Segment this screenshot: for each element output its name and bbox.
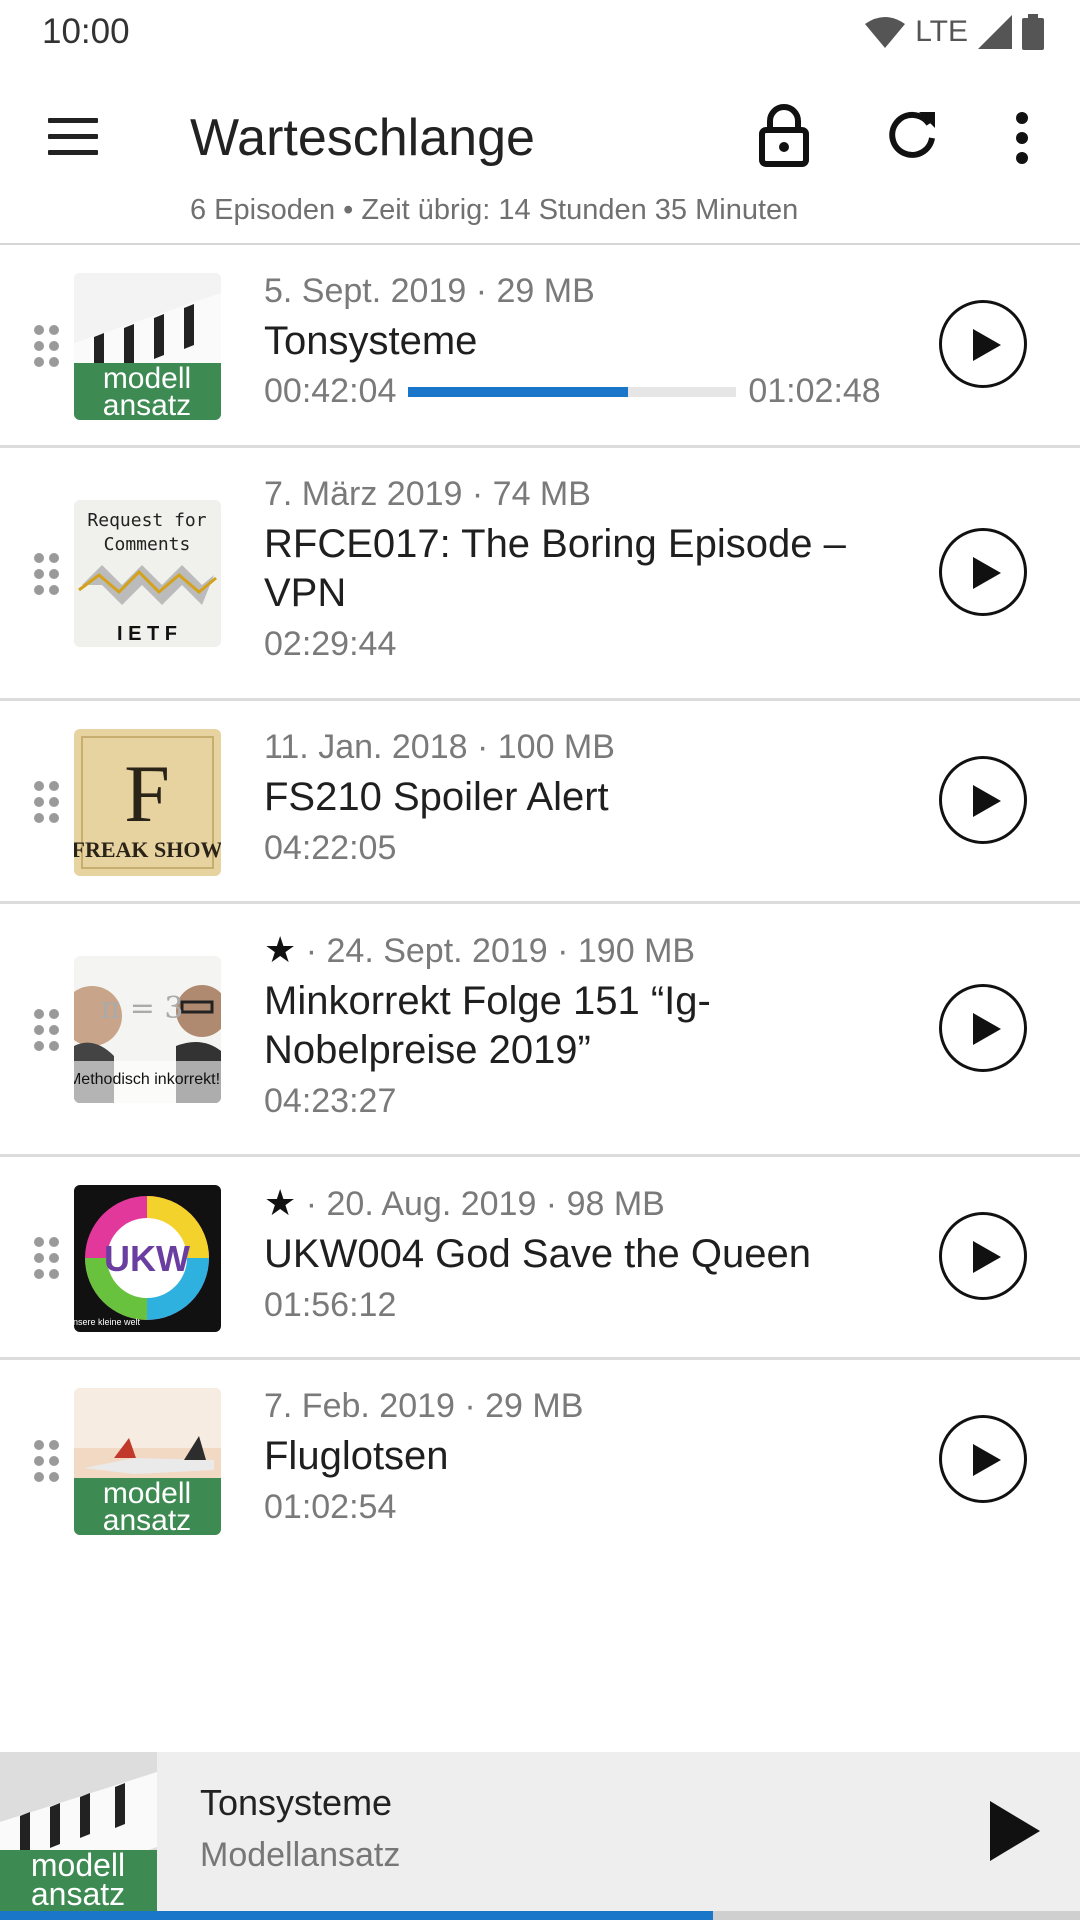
starred-icon: ★ bbox=[264, 929, 297, 970]
episode-cover: modell ansatz bbox=[74, 273, 221, 420]
queue-item[interactable]: modell ansatz 7. Feb. 2019 · 29 MB Flugl… bbox=[0, 1360, 1080, 1563]
cover-text: ansatz bbox=[103, 389, 191, 420]
mini-player-cover: modell ansatz bbox=[0, 1752, 157, 1912]
episode-duration: 02:29:44 bbox=[264, 625, 397, 663]
status-icons: LTE bbox=[865, 14, 1044, 50]
episode-date-size: 11. Jan. 2018 · 100 MB bbox=[264, 728, 615, 766]
drag-handle-icon[interactable] bbox=[32, 1237, 62, 1279]
queue-item[interactable]: π = 3 Methodisch inkorrekt! ★ · 24. Sept… bbox=[0, 904, 1080, 1157]
drag-handle-icon[interactable] bbox=[32, 553, 62, 595]
drag-handle-icon[interactable] bbox=[32, 325, 62, 367]
cover-text: Comments bbox=[104, 534, 191, 555]
episode-date-size-row: ★ · 24. Sept. 2019 · 190 MB bbox=[264, 930, 920, 971]
episode-date-size: 5. Sept. 2019 · 29 MB bbox=[264, 272, 595, 310]
hamburger-menu-icon[interactable] bbox=[48, 118, 98, 158]
more-options-icon[interactable] bbox=[1005, 110, 1039, 166]
drag-handle-icon[interactable] bbox=[32, 781, 62, 823]
episode-cover: UKW unsere kleine welt bbox=[74, 1185, 221, 1332]
episode-progress-row: 00:42:04 01:02:48 bbox=[264, 372, 920, 411]
episode-progress-fill bbox=[408, 386, 629, 397]
queue-summary: 6 Episoden • Zeit übrig: 14 Stunden 35 M… bbox=[190, 194, 799, 226]
episode-date-size-row: ★ · 20. Aug. 2019 · 98 MB bbox=[264, 1183, 920, 1224]
episode-title: Minkorrekt Folge 151 “Ig-Nobelpreise 201… bbox=[264, 979, 711, 1072]
cover-text: ansatz bbox=[103, 1504, 191, 1535]
toolbar: Warteschlange 6 Episoden • Zeit übrig: 1… bbox=[0, 64, 1080, 226]
episode-title: Fluglotsen bbox=[264, 1434, 449, 1478]
signal-icon bbox=[978, 15, 1012, 49]
episode-position: 00:42:04 bbox=[264, 372, 397, 410]
lock-icon[interactable] bbox=[757, 104, 811, 168]
queue-item[interactable]: modell ansatz 5. Sept. 2019 · 29 MB Tons… bbox=[0, 245, 1080, 448]
queue-item[interactable]: Request for Comments I E T F 7. März 201… bbox=[0, 448, 1080, 701]
status-bar: 10:00 LTE bbox=[0, 0, 1080, 64]
cover-text: Request for bbox=[87, 510, 206, 531]
play-button[interactable] bbox=[939, 1415, 1027, 1503]
episode-meta: 7. Feb. 2019 · 29 MB Fluglotsen 01:02:54 bbox=[264, 1386, 920, 1527]
mini-player-play-icon[interactable] bbox=[985, 1796, 1045, 1866]
episode-progress-bar bbox=[408, 386, 737, 397]
episode-cover: Request for Comments I E T F bbox=[74, 500, 221, 647]
status-time: 10:00 bbox=[42, 12, 130, 51]
episode-cover: modell ansatz bbox=[74, 1388, 221, 1535]
drag-handle-icon[interactable] bbox=[32, 1440, 62, 1482]
mini-player-progress-fill bbox=[0, 1911, 713, 1920]
episode-meta: 5. Sept. 2019 · 29 MB Tonsysteme 00:42:0… bbox=[264, 271, 920, 411]
play-button[interactable] bbox=[939, 756, 1027, 844]
cover-text: F bbox=[124, 748, 170, 839]
episode-title: FS210 Spoiler Alert bbox=[264, 775, 609, 819]
mini-player-progress-bar bbox=[0, 1911, 1080, 1920]
episode-cover: F FREAK SHOW bbox=[74, 729, 221, 876]
mini-player-podcast: Modellansatz bbox=[200, 1836, 401, 1874]
page-title: Warteschlange bbox=[190, 109, 535, 167]
battery-icon bbox=[1022, 14, 1044, 50]
episode-title: UKW004 God Save the Queen bbox=[264, 1232, 811, 1276]
episode-meta: ★ · 24. Sept. 2019 · 190 MB Minkorrekt F… bbox=[264, 930, 920, 1121]
play-button[interactable] bbox=[939, 528, 1027, 616]
episode-duration: 01:56:12 bbox=[264, 1286, 397, 1324]
episode-meta: ★ · 20. Aug. 2019 · 98 MB UKW004 God Sav… bbox=[264, 1183, 920, 1325]
cover-text: unsere kleine welt bbox=[74, 1317, 141, 1327]
mini-player-title: Tonsysteme bbox=[200, 1782, 393, 1823]
queue-item[interactable]: UKW unsere kleine welt ★ · 20. Aug. 2019… bbox=[0, 1157, 1080, 1360]
cover-text: I E T F bbox=[117, 623, 177, 645]
episode-duration: 04:22:05 bbox=[264, 829, 397, 867]
starred-icon: ★ bbox=[264, 1182, 297, 1223]
queue-list: modell ansatz 5. Sept. 2019 · 29 MB Tons… bbox=[0, 245, 1080, 1563]
network-type-label: LTE bbox=[915, 15, 968, 48]
episode-date-size: · 24. Sept. 2019 · 190 MB bbox=[305, 932, 696, 970]
play-button[interactable] bbox=[939, 1212, 1027, 1300]
drag-handle-icon[interactable] bbox=[32, 1009, 62, 1051]
episode-duration: 04:23:27 bbox=[264, 1082, 397, 1120]
episode-duration: 01:02:54 bbox=[264, 1488, 397, 1526]
queue-item[interactable]: F FREAK SHOW 11. Jan. 2018 · 100 MB FS21… bbox=[0, 701, 1080, 904]
cover-text: UKW bbox=[104, 1238, 190, 1279]
cover-text: Methodisch inkorrekt! bbox=[74, 1071, 220, 1088]
cover-text: FREAK SHOW bbox=[74, 837, 221, 862]
play-button[interactable] bbox=[939, 300, 1027, 388]
cover-text: ansatz bbox=[31, 1876, 125, 1912]
episode-cover: π = 3 Methodisch inkorrekt! bbox=[74, 956, 221, 1103]
mini-player[interactable]: modell ansatz Tonsysteme Modellansatz bbox=[0, 1752, 1080, 1920]
episode-meta: 11. Jan. 2018 · 100 MB FS210 Spoiler Ale… bbox=[264, 727, 920, 868]
episode-meta: 7. März 2019 · 74 MB RFCE017: The Boring… bbox=[264, 474, 920, 664]
refresh-icon[interactable] bbox=[885, 108, 939, 162]
episode-title: Tonsysteme bbox=[264, 319, 478, 363]
episode-title: RFCE017: The Boring Episode – VPN bbox=[264, 522, 846, 615]
play-button[interactable] bbox=[939, 984, 1027, 1072]
episode-date-size: · 20. Aug. 2019 · 98 MB bbox=[305, 1185, 665, 1223]
cover-text: π = 3 bbox=[100, 991, 183, 1026]
episode-date-size: 7. Feb. 2019 · 29 MB bbox=[264, 1387, 584, 1425]
episode-duration: 01:02:48 bbox=[748, 372, 881, 410]
episode-date-size: 7. März 2019 · 74 MB bbox=[264, 475, 591, 513]
wifi-icon bbox=[865, 17, 906, 48]
